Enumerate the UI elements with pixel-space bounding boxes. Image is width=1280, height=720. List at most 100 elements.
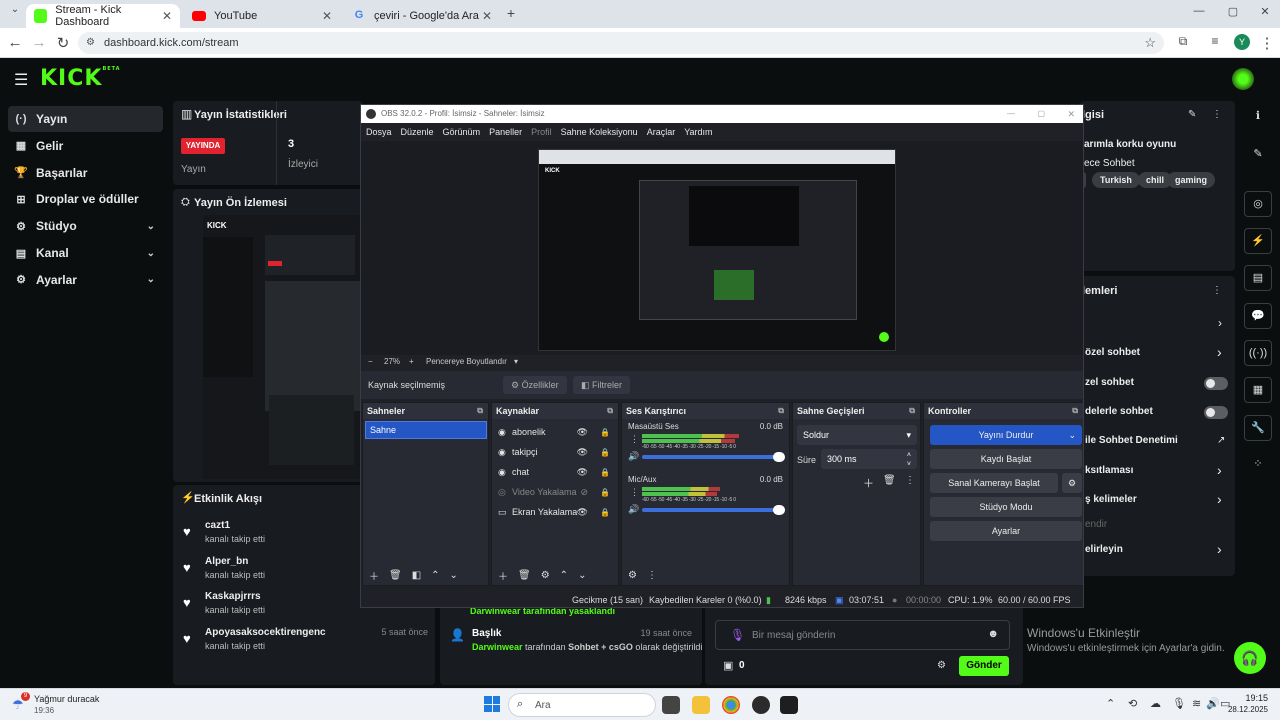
chevron-down-icon[interactable]: ⌄ [1068,425,1076,445]
chevron-right-icon[interactable]: › [1217,491,1222,507]
taskbar-search[interactable]: ⌕ Ara [508,693,656,717]
arrow-up-icon[interactable]: ⌃ [560,570,568,581]
obs-menu-item[interactable]: Yardım [684,127,712,137]
speaker-icon[interactable]: 🔊 [628,451,639,462]
obs-menu-item[interactable]: Araçlar [647,127,676,137]
lock-icon[interactable]: 🔒 [600,448,610,457]
preview-video[interactable]: KICK [203,215,363,479]
eye-off-icon[interactable]: ⊘ [580,487,588,498]
chevron-down-icon[interactable]: ⌄ [147,221,155,232]
obs-taskbar-icon[interactable] [752,696,770,714]
forward-icon[interactable]: → [30,34,48,51]
chat-input[interactable]: 🎙 Bir mesaj gönderin ☻ [715,620,1010,650]
browser-menu-icon[interactable]: ⋮ [1258,34,1276,52]
tab-list-button[interactable]: ⌄ [6,4,24,15]
user-avatar[interactable] [1232,68,1254,90]
extensions-icon[interactable]: ⧉ [1174,34,1192,49]
sidebar-item[interactable]: ⚙ Stüdyo ⌄ [8,213,163,239]
list-icon[interactable]: ▦ [1244,377,1272,403]
close-tab-icon[interactable]: ✕ [162,9,172,23]
lock-icon[interactable]: 🔒 [600,508,610,517]
chevron-right-icon[interactable]: › [1218,316,1222,330]
chevron-right-icon[interactable]: › [1217,462,1222,478]
lock-icon[interactable]: 🔒 [600,488,610,497]
chevron-down-icon[interactable]: ⌄ [147,274,155,285]
properties-button[interactable]: ⚙ Özellikler [503,376,567,394]
sidebar-item[interactable]: (·) Yayın [8,106,163,132]
url-field[interactable]: ⚙ dashboard.kick.com/stream ☆ [78,32,1164,54]
eye-icon[interactable]: 👁 [577,507,588,518]
setting-toggle[interactable] [1204,377,1228,390]
info-icon[interactable]: ℹ [1244,104,1272,130]
obs-maximize-button[interactable]: ▢ [1037,105,1045,123]
settings-button[interactable]: Ayarlar [930,521,1082,541]
apps-icon[interactable]: ⁘ [1244,452,1272,478]
trash-icon[interactable]: 🗑 [518,570,531,581]
minimize-window-button[interactable]: — [1190,5,1208,17]
wrench-icon[interactable]: 🔧 [1244,415,1272,441]
source-item[interactable]: ◉ chat 👁 🔒 [498,463,614,481]
spin-down-icon[interactable]: ˅ [907,455,911,475]
chevron-right-icon[interactable]: › [1217,541,1222,557]
advanced-audio-icon[interactable]: ⚙ [628,570,637,581]
lock-icon[interactable]: 🔒 [600,468,610,477]
trash-icon[interactable]: 🗑 [389,570,402,581]
document-icon[interactable]: ▤ [1244,265,1272,291]
profile-avatar[interactable]: Y [1234,34,1250,50]
microphone-icon[interactable]: 🎙 [1172,697,1186,710]
edit-icon[interactable]: ✎ [1188,109,1196,120]
speaker-icon[interactable]: 🔊 [628,504,639,515]
reading-list-icon[interactable]: ≡ [1206,34,1224,48]
send-button[interactable]: Gönder [959,656,1009,676]
obs-preview-area[interactable]: KICK [361,141,1083,357]
source-item[interactable]: ◉ abonelik 👁 🔒 [498,423,614,441]
sidebar-item[interactable]: 🏆 Başarılar [8,160,163,186]
wifi-icon[interactable]: ≋ [1192,697,1201,710]
obs-menu-item[interactable]: Görünüm [443,127,481,137]
lightning-icon[interactable]: ⚡ [1244,228,1272,254]
fit-window-button[interactable]: Pencereye Boyutlandır [426,357,507,366]
eye-icon[interactable]: 👁 [577,427,588,438]
new-tab-button[interactable]: + [502,5,520,21]
eye-icon[interactable]: 👁 [577,467,588,478]
filter-icon[interactable]: ◧ [412,570,421,581]
more-icon[interactable]: ⋮ [1212,285,1222,296]
site-info-icon[interactable]: ⚙ [86,32,95,54]
arrow-down-icon[interactable]: ⌄ [578,570,586,581]
more-icon[interactable]: ⋮ [905,475,915,486]
task-view-icon[interactable] [662,696,680,714]
tab-google-search[interactable]: G çeviri - Google'da Ara ✕ [344,4,500,28]
follower-name[interactable]: Kaskapjrrrs [205,591,261,602]
zoom-out-button[interactable]: − [368,357,373,366]
scene-item[interactable]: Sahne [365,421,487,439]
transition-select[interactable]: Soldur ▾ [797,425,917,445]
eye-icon[interactable]: 👁 [577,447,588,458]
tab-youtube[interactable]: YouTube ✕ [184,4,340,28]
restore-window-button[interactable]: ▢ [1224,5,1242,18]
sidebar-item[interactable]: ⚙ Ayarlar ⌄ [8,267,163,293]
obs-menu-item[interactable]: Düzenle [401,127,434,137]
windows-start-icon[interactable] [484,696,500,712]
reload-icon[interactable]: ↻ [54,34,72,52]
add-transition-icon[interactable]: ＋ [863,475,874,491]
start-recording-button[interactable]: Kaydı Başlat [930,449,1082,469]
camera-icon[interactable]: ◎ [1244,191,1272,217]
stop-stream-button[interactable]: Yayını Durdur ⌄ [930,425,1082,445]
obs-menu-item[interactable]: Profil [531,127,552,137]
obs-menu-item[interactable]: Sahne Koleksiyonu [561,127,638,137]
zoom-in-button[interactable]: + [409,357,414,366]
arrow-up-icon[interactable]: ⌃ [431,570,439,581]
cloud-icon[interactable]: ☁ [1150,697,1161,710]
obs-preview-canvas[interactable]: KICK [538,149,896,351]
pencil-icon[interactable]: ✎ [1244,142,1272,168]
setting-toggle[interactable] [1204,406,1228,419]
virtual-camera-settings-icon[interactable]: ⚙ [1062,473,1082,493]
file-explorer-icon[interactable] [692,696,710,714]
more-icon[interactable]: ⋮ [630,434,639,445]
gear-icon[interactable]: ⚙ [541,570,550,581]
source-item[interactable]: ◉ takipçi 👁 🔒 [498,443,614,461]
chevron-down-icon[interactable]: ⌄ [147,248,155,259]
kick-logo[interactable]: KICKBETA [40,66,121,91]
filters-button[interactable]: ◧ Filtreler [573,376,631,394]
add-icon[interactable]: ＋ [498,568,508,583]
